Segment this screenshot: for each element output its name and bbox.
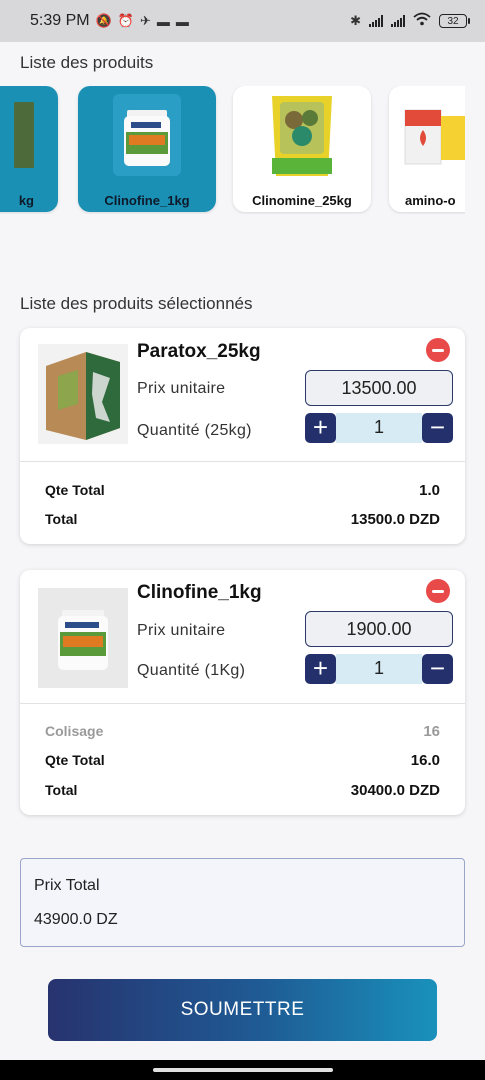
- unit-price-input[interactable]: 13500.00: [305, 370, 453, 406]
- product-name: amino-o: [405, 193, 456, 208]
- selected-product-card: Clinofine_1kg Prix unitaire 1900.00 Quan…: [20, 570, 465, 815]
- product-image: [404, 109, 465, 165]
- remove-button[interactable]: [426, 579, 450, 603]
- home-handle[interactable]: [153, 1068, 333, 1072]
- summary-label: Total: [45, 782, 78, 798]
- telegram-icon: ✈: [139, 13, 151, 28]
- products-carousel[interactable]: kg Clinofine_1kg Clinomine_25kg amino-o: [0, 86, 465, 214]
- notification-icon: ▬: [156, 13, 170, 29]
- product-card[interactable]: Clinomine_25kg: [233, 86, 371, 212]
- quantity-stepper[interactable]: + 1 −: [305, 654, 453, 684]
- summary-label: Qte Total: [45, 482, 105, 498]
- minus-button[interactable]: −: [422, 654, 453, 684]
- summary-row: Total 13500.0 DZD: [45, 511, 440, 528]
- quantity-label: Quantité (25kg): [137, 422, 252, 439]
- quantity-label: Quantité (1Kg): [137, 662, 246, 679]
- submit-button[interactable]: SOUMETTRE: [48, 979, 437, 1041]
- product-card[interactable]: kg: [0, 86, 58, 212]
- notification-icon: ▬: [175, 13, 189, 29]
- product-card[interactable]: amino-o: [389, 86, 465, 212]
- product-name: Clinomine_25kg: [252, 193, 352, 208]
- remove-button[interactable]: [426, 338, 450, 362]
- wifi-icon: [413, 12, 431, 30]
- product-name: Clinofine_1kg: [104, 193, 190, 208]
- status-bar: 5:39 PM 🔕 ⏰ ✈ ▬ ▬ ✱ 32: [0, 0, 485, 42]
- product-image: [14, 102, 34, 168]
- plus-button[interactable]: +: [305, 413, 336, 443]
- summary-label: Total: [45, 511, 78, 527]
- selected-section-title: Liste des produits sélectionnés: [20, 294, 253, 313]
- summary-row: Qte Total 16.0: [45, 752, 440, 769]
- summary-row: Colisage 16: [45, 723, 440, 740]
- product-image: [38, 588, 128, 688]
- product-image: [38, 344, 128, 444]
- unit-price-input[interactable]: 1900.00: [305, 611, 453, 647]
- divider: [20, 703, 465, 704]
- product-title: Clinofine_1kg: [137, 582, 262, 603]
- summary-row: Total 30400.0 DZD: [45, 782, 440, 799]
- quantity-input[interactable]: 1: [336, 654, 422, 684]
- selected-product-card: Paratox_25kg Prix unitaire 13500.00 Quan…: [20, 328, 465, 544]
- alarm-icon: ⏰: [117, 13, 134, 28]
- products-section-title: Liste des produits: [20, 53, 154, 72]
- summary-value: 30400.0 DZD: [350, 782, 440, 799]
- battery-icon: 32: [439, 14, 470, 28]
- minus-button[interactable]: −: [422, 413, 453, 443]
- bluetooth-icon: ✱: [350, 13, 361, 28]
- summary-row: Qte Total 1.0: [45, 482, 440, 499]
- quantity-input[interactable]: 1: [336, 413, 422, 443]
- unit-price-label: Prix unitaire: [137, 622, 226, 639]
- unit-price-label: Prix unitaire: [137, 380, 226, 397]
- total-price-value: 43900.0 DZ: [34, 911, 118, 928]
- product-title: Paratox_25kg: [137, 341, 261, 362]
- status-time: 5:39 PM: [30, 12, 90, 29]
- signal-icon: [391, 15, 405, 27]
- plus-button[interactable]: +: [305, 654, 336, 684]
- system-nav-bar: [0, 1060, 485, 1080]
- summary-value: 16: [423, 723, 440, 740]
- divider: [20, 461, 465, 462]
- summary-value: 13500.0 DZD: [350, 511, 440, 528]
- mute-icon: 🔕: [95, 13, 112, 28]
- summary-label: Qte Total: [45, 752, 105, 768]
- product-name: kg: [18, 193, 34, 208]
- total-price-field: Prix Total 43900.0 DZ: [20, 858, 465, 947]
- summary-value: 1.0: [419, 482, 440, 499]
- total-price-label: Prix Total: [34, 877, 100, 894]
- summary-label: Colisage: [45, 723, 104, 739]
- product-image: [113, 94, 181, 176]
- quantity-stepper[interactable]: + 1 −: [305, 413, 453, 443]
- product-image: [272, 96, 332, 176]
- signal-icon: [369, 15, 383, 27]
- summary-value: 16.0: [410, 752, 440, 769]
- product-card[interactable]: Clinofine_1kg: [78, 86, 216, 212]
